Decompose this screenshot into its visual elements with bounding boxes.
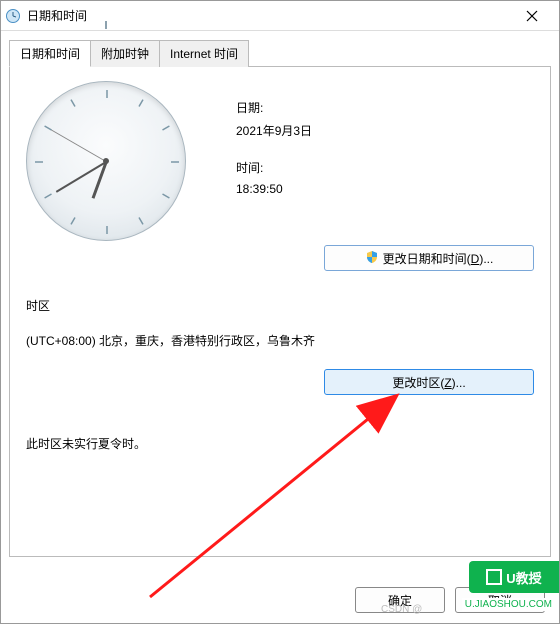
change-timezone-button[interactable]: 更改时区(Z)... xyxy=(324,369,534,395)
tabs-row: 日期和时间 附加时钟 Internet 时间 xyxy=(9,39,551,67)
date-label: 日期: xyxy=(236,99,312,116)
badge-text: U教授 xyxy=(506,568,541,587)
dst-info-text: 此时区未实行夏令时。 xyxy=(26,435,534,452)
close-icon xyxy=(526,10,538,22)
datetime-section: 日期: 2021年9月3日 时间: 18:39:50 xyxy=(26,81,534,241)
timezone-section-label: 时区 xyxy=(26,297,534,314)
ujiaoshou-url: U.JIAOSHOU.COM xyxy=(462,598,555,611)
change-datetime-button[interactable]: 更改日期和时间(D)... xyxy=(324,245,534,271)
annotation-arrow xyxy=(140,387,420,607)
app-icon xyxy=(5,8,21,24)
change-timezone-row: 更改时区(Z)... xyxy=(26,369,534,395)
datetime-info: 日期: 2021年9月3日 时间: 18:39:50 xyxy=(206,81,312,241)
change-datetime-label: 更改日期和时间(D)... xyxy=(383,250,494,267)
analog-clock xyxy=(26,81,186,241)
window-title: 日期和时间 xyxy=(27,7,87,24)
time-value: 18:39:50 xyxy=(236,182,312,196)
tabs-container: 日期和时间 附加时钟 Internet 时间 xyxy=(1,31,559,557)
time-label: 时间: xyxy=(236,159,312,176)
clock-wrap xyxy=(26,81,206,241)
ujiaoshou-badge: U教授 xyxy=(469,561,559,593)
tab-internet-time[interactable]: Internet 时间 xyxy=(159,40,249,67)
shield-icon xyxy=(365,250,379,267)
change-datetime-row: 更改日期和时间(D)... xyxy=(26,245,534,271)
date-value: 2021年9月3日 xyxy=(236,122,312,139)
clock-ticks xyxy=(27,82,187,242)
tab-panel: 日期: 2021年9月3日 时间: 18:39:50 更改日期和时间(D)...… xyxy=(9,67,551,557)
close-button[interactable] xyxy=(509,1,555,31)
change-timezone-label: 更改时区(Z)... xyxy=(392,374,465,391)
csdn-watermark: CSDN @ xyxy=(381,604,422,615)
tab-datetime[interactable]: 日期和时间 xyxy=(9,40,91,67)
titlebar: 日期和时间 xyxy=(1,1,559,31)
timezone-value: (UTC+08:00) 北京，重庆，香港特别行政区，乌鲁木齐 xyxy=(26,332,534,349)
tab-additional-clocks[interactable]: 附加时钟 xyxy=(90,40,160,67)
badge-square-icon xyxy=(486,569,502,585)
